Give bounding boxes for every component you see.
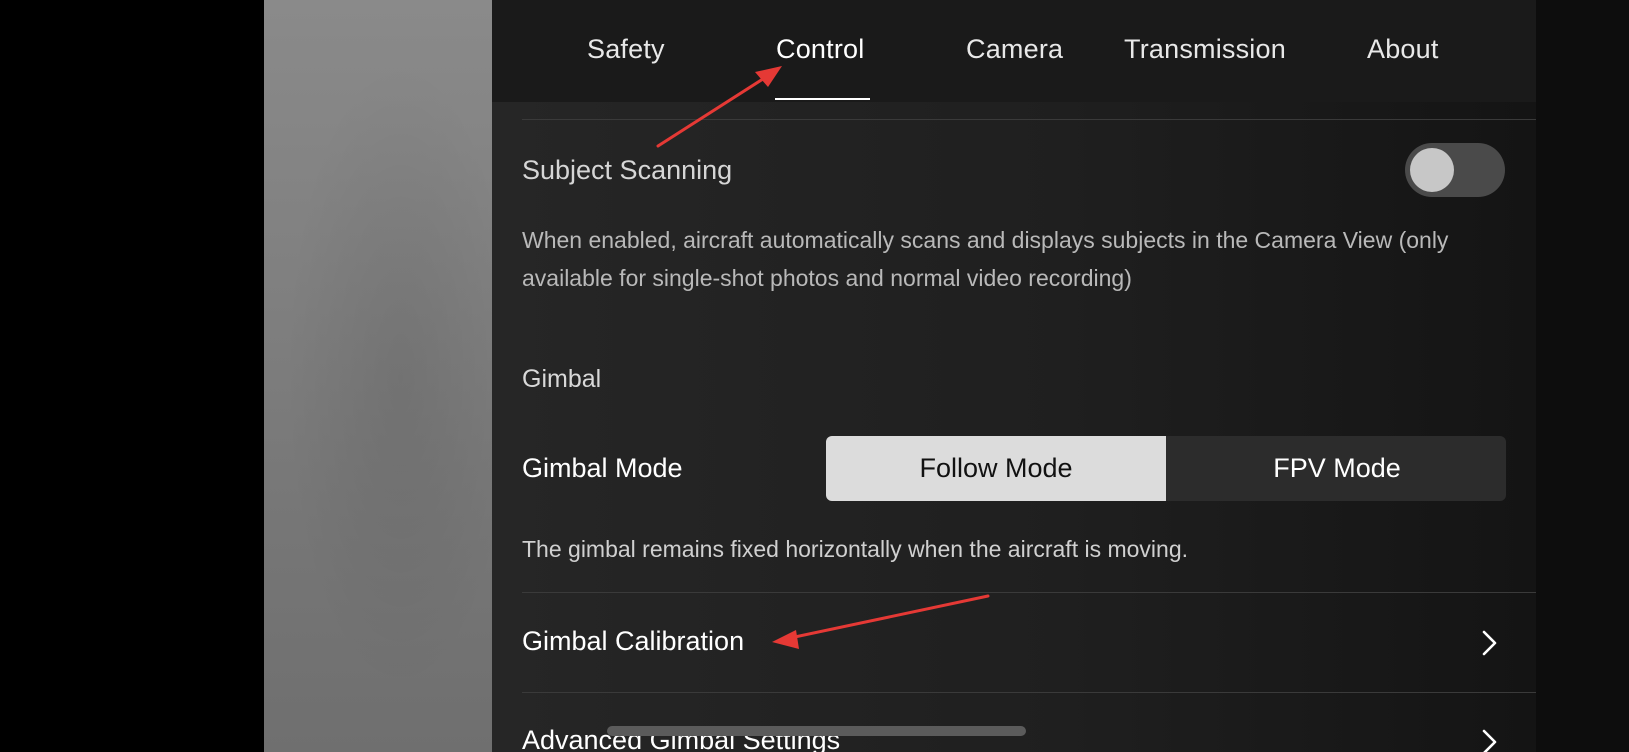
chevron-right-icon — [1482, 729, 1497, 752]
subject-scanning-toggle[interactable] — [1405, 143, 1505, 197]
gimbal-mode-selector: Follow Mode FPV Mode — [826, 436, 1506, 501]
gimbal-mode-description: The gimbal remains fixed horizontally wh… — [522, 536, 1189, 562]
active-tab-indicator — [775, 98, 870, 100]
advanced-gimbal-settings-row[interactable]: Advanced Gimbal Settings — [492, 693, 1536, 752]
tab-transmission[interactable]: Transmission — [1124, 34, 1286, 65]
tab-safety[interactable]: Safety — [587, 34, 665, 65]
scroll-handle[interactable] — [607, 726, 1026, 736]
gimbal-calibration-label: Gimbal Calibration — [522, 626, 745, 656]
settings-tab-bar: Safety Control Camera Transmission About — [492, 0, 1536, 102]
subject-scanning-description-line2: available for single-shot photos and nor… — [522, 265, 1132, 291]
subject-scanning-description-line1: When enabled, aircraft automatically sca… — [522, 227, 1449, 253]
right-edge-shade — [1536, 0, 1629, 752]
tab-about[interactable]: About — [1367, 34, 1439, 65]
subject-scanning-label: Subject Scanning — [522, 155, 733, 185]
toggle-knob — [1410, 148, 1454, 192]
fpv-mode-option[interactable]: FPV Mode — [1168, 436, 1506, 501]
gimbal-mode-label: Gimbal Mode — [522, 453, 683, 483]
divider — [522, 119, 1536, 120]
tab-camera[interactable]: Camera — [966, 34, 1063, 65]
chevron-right-icon — [1482, 630, 1497, 656]
settings-panel: Safety Control Camera Transmission About… — [492, 0, 1536, 752]
gimbal-section-title: Gimbal — [522, 365, 602, 393]
follow-mode-option[interactable]: Follow Mode — [826, 436, 1166, 501]
background-camera-view — [264, 0, 492, 752]
gimbal-calibration-row[interactable]: Gimbal Calibration — [492, 593, 1536, 692]
tab-control[interactable]: Control — [776, 34, 864, 65]
